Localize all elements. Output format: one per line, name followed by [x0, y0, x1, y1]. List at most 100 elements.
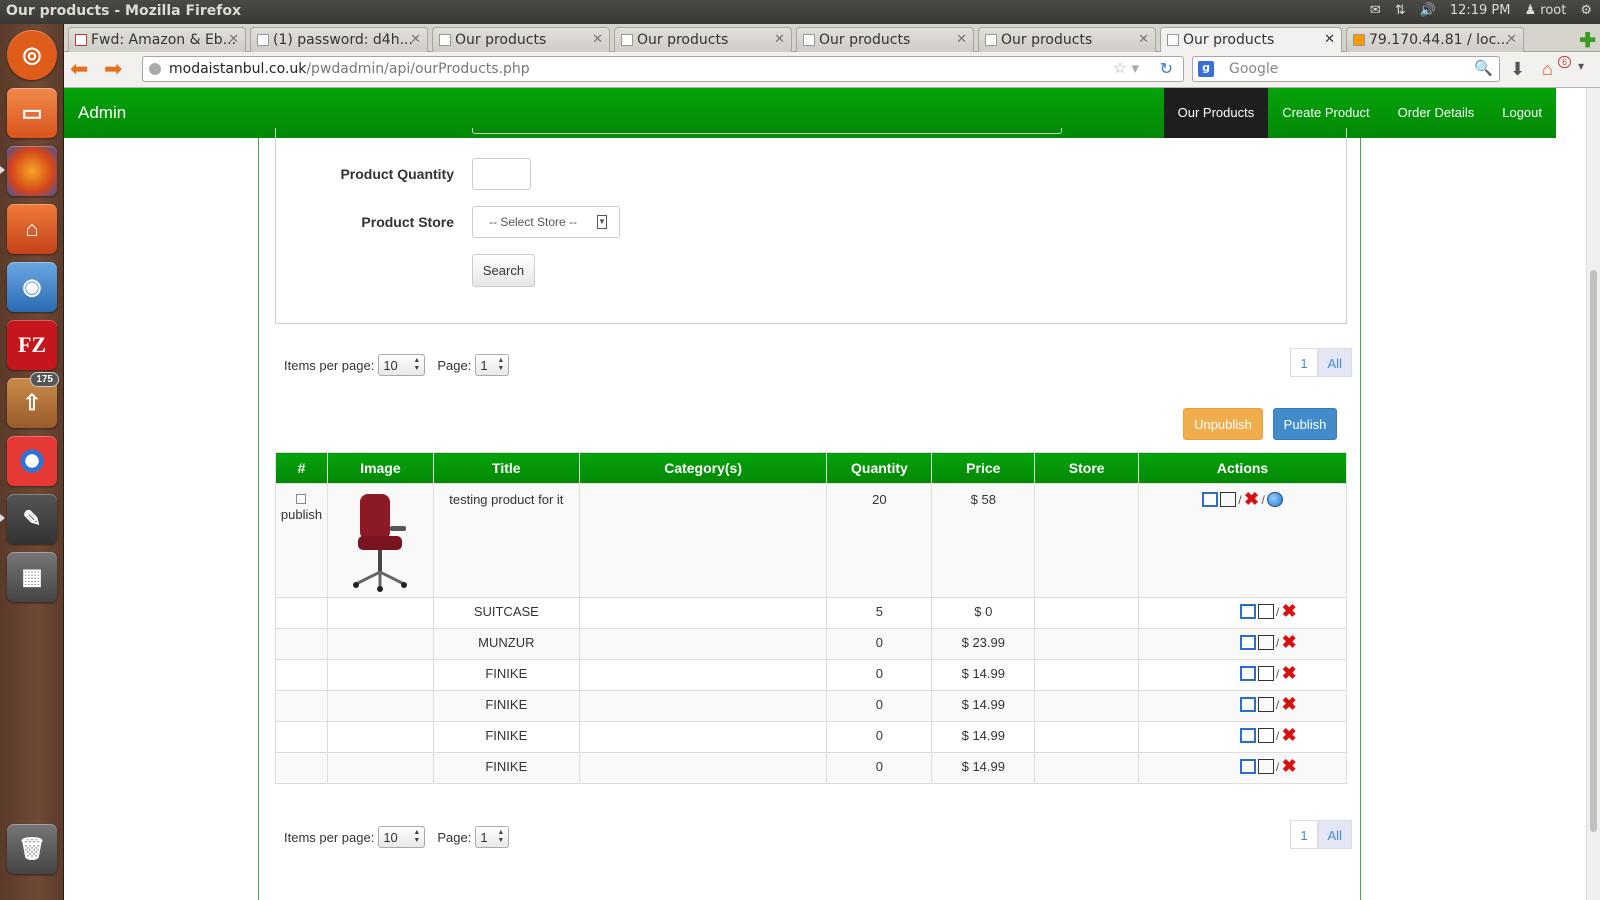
workspace-switcher-icon[interactable]: ▦ — [7, 552, 57, 602]
delete-icon[interactable]: ✖ — [1281, 664, 1297, 682]
page-favicon-icon — [985, 34, 997, 46]
new-tab-icon[interactable]: ✚ — [1579, 28, 1596, 53]
dropdown-arrow-icon: ▼ — [597, 215, 607, 229]
close-icon[interactable]: ✕ — [228, 32, 239, 47]
page-link-1[interactable]: 1 — [1290, 820, 1318, 849]
google-engine-icon[interactable]: g — [1198, 61, 1214, 77]
trash-icon[interactable]: 🗑 — [7, 824, 57, 874]
edit-icon[interactable] — [1257, 604, 1274, 619]
view-icon[interactable] — [1239, 728, 1256, 743]
page-link-all[interactable]: All — [1317, 820, 1352, 849]
publish-checkbox[interactable] — [296, 494, 307, 504]
close-icon[interactable]: ✕ — [774, 32, 785, 47]
filezilla-icon[interactable]: FZ — [7, 320, 57, 370]
tab-5[interactable]: Our products ✕ — [796, 27, 974, 52]
stepper-arrows-icon[interactable]: ▲ ▼ — [413, 829, 420, 845]
tab-8[interactable]: 79.170.44.81 / loc... ✕ — [1346, 27, 1524, 52]
view-icon[interactable] — [1239, 635, 1256, 650]
search-bar[interactable]: g Google 🔍 — [1192, 56, 1500, 82]
quantity-cell: 0 — [826, 690, 933, 722]
text-editor-icon[interactable]: ✎ — [7, 494, 57, 544]
items-per-page-stepper[interactable]: 10 ▲ ▼ — [378, 354, 426, 376]
tab-1[interactable]: Fwd: Amazon & Eb... ✕ — [68, 27, 246, 52]
nav-order-details[interactable]: Order Details — [1384, 88, 1489, 138]
delete-icon[interactable]: ✖ — [1244, 490, 1260, 508]
volume-icon[interactable]: 🔊 — [1420, 3, 1436, 18]
site-identity-icon[interactable] — [149, 63, 161, 75]
product-store-select[interactable]: -- Select Store -- ▼ — [472, 206, 620, 238]
delete-icon[interactable]: ✖ — [1281, 695, 1297, 713]
vertical-scrollbar[interactable] — [1586, 88, 1600, 900]
tab-2[interactable]: (1) password: d4h... ✕ — [250, 27, 428, 52]
files-icon[interactable]: ▭ — [7, 88, 57, 138]
close-icon[interactable]: ✕ — [592, 32, 603, 47]
close-icon[interactable]: ✕ — [410, 32, 421, 47]
partial-input-field[interactable] — [472, 128, 1062, 134]
delete-icon[interactable]: ✖ — [1281, 633, 1297, 651]
downloads-icon[interactable]: ⬇ — [1510, 59, 1525, 80]
view-icon[interactable] — [1202, 492, 1219, 507]
product-thumbnail[interactable] — [346, 492, 414, 592]
scrollbar-thumb[interactable] — [1590, 270, 1597, 832]
view-icon[interactable] — [1239, 666, 1256, 681]
delete-icon[interactable]: ✖ — [1281, 726, 1297, 744]
nav-logout[interactable]: Logout — [1488, 88, 1556, 138]
admin-brand[interactable]: Admin — [78, 103, 126, 123]
tab-6[interactable]: Our products ✕ — [978, 27, 1156, 52]
close-icon[interactable]: ✕ — [1506, 32, 1517, 47]
delete-icon[interactable]: ✖ — [1281, 602, 1297, 620]
reload-icon[interactable]: ↻ — [1160, 59, 1173, 78]
page-label: Page: — [437, 357, 472, 373]
page-stepper[interactable]: 1 ▲ ▼ — [475, 354, 510, 376]
unpublish-button[interactable]: Unpublish — [1183, 408, 1263, 440]
edit-icon[interactable] — [1257, 666, 1274, 681]
clock[interactable]: 12:19 PM — [1450, 3, 1511, 18]
stepper-arrows-icon[interactable]: ▲ ▼ — [497, 829, 504, 845]
close-icon[interactable]: ✕ — [1324, 32, 1335, 47]
mail-icon[interactable]: ✉ — [1370, 3, 1381, 18]
stepper-arrows-icon[interactable]: ▲ ▼ — [413, 357, 420, 373]
forward-icon[interactable]: ➡ — [104, 56, 122, 82]
home-icon[interactable]: ⌂ — [1542, 59, 1553, 80]
page-link-1[interactable]: 1 — [1290, 348, 1318, 377]
software-center-icon[interactable]: ⌂ — [7, 204, 57, 254]
price-cell: $ 58 — [931, 483, 1036, 598]
page-stepper[interactable]: 1 ▲ ▼ — [475, 826, 510, 848]
search-icon[interactable]: 🔍 — [1474, 59, 1493, 77]
url-bar[interactable]: modaistanbul.co.uk/pwdadmin/api/ourProdu… — [142, 56, 1184, 82]
chromium-icon[interactable]: ◉ — [7, 262, 57, 312]
tab-3[interactable]: Our products ✕ — [432, 27, 610, 52]
delete-icon[interactable]: ✖ — [1281, 757, 1297, 775]
page-link-all[interactable]: All — [1317, 348, 1352, 377]
close-icon[interactable]: ✕ — [1138, 32, 1149, 47]
update-manager-icon[interactable]: ⇧ 175 — [7, 372, 59, 428]
product-quantity-input[interactable] — [472, 158, 531, 190]
image-cell — [326, 752, 434, 784]
items-per-page-stepper[interactable]: 10 ▲ ▼ — [378, 826, 426, 848]
menu-arrow-icon[interactable]: ▾ — [1578, 59, 1584, 73]
user-menu[interactable]: ♟ root — [1524, 3, 1566, 18]
gear-icon[interactable]: ⚙ — [1580, 3, 1592, 18]
bookmark-star-icon[interactable]: ☆ ▾ — [1113, 59, 1139, 77]
search-button[interactable]: Search — [472, 254, 535, 287]
firefox-icon[interactable] — [7, 146, 57, 196]
edit-icon[interactable] — [1257, 759, 1274, 774]
publish-button[interactable]: Publish — [1273, 408, 1337, 440]
image-cell — [326, 721, 434, 753]
network-icon[interactable]: ⇅ — [1395, 3, 1406, 18]
close-icon[interactable]: ✕ — [956, 32, 967, 47]
tab-4[interactable]: Our products ✕ — [614, 27, 792, 52]
view-icon[interactable] — [1239, 604, 1256, 619]
back-icon[interactable]: ⬅ — [70, 56, 88, 82]
view-icon[interactable] — [1239, 697, 1256, 712]
view-icon[interactable] — [1239, 759, 1256, 774]
ubuntu-dash-icon[interactable]: ◎ — [7, 30, 57, 80]
tab-7-active[interactable]: Our products ✕ — [1160, 27, 1342, 53]
edit-icon[interactable] — [1220, 492, 1237, 507]
edit-icon[interactable] — [1257, 697, 1274, 712]
edit-icon[interactable] — [1257, 635, 1274, 650]
stepper-arrows-icon[interactable]: ▲ ▼ — [497, 357, 504, 373]
edit-icon[interactable] — [1257, 728, 1274, 743]
publish-globe-icon[interactable] — [1266, 492, 1283, 507]
chrome-icon[interactable] — [7, 436, 57, 486]
